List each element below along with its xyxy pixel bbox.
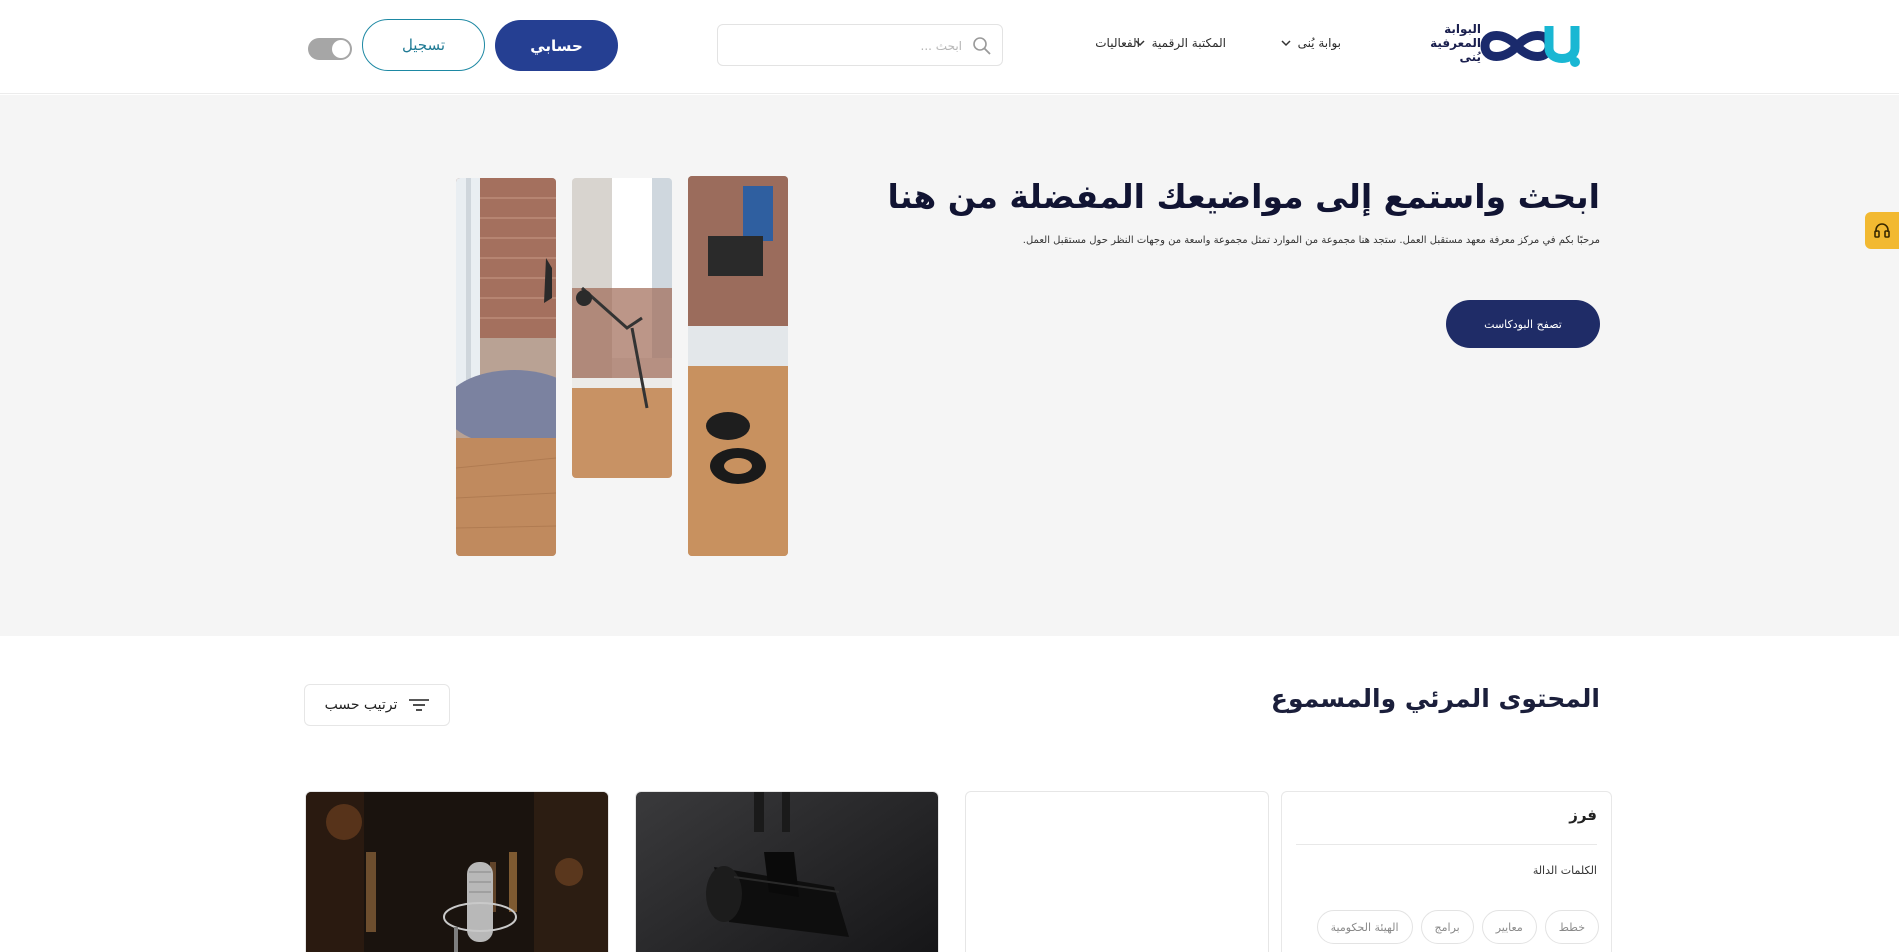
nav-events-label: الفعاليات — [1095, 36, 1140, 50]
microphone-image — [636, 792, 938, 952]
hero-image-strip-left — [456, 178, 556, 556]
keywords-label: الكلمات الدالة — [1532, 864, 1597, 877]
register-button[interactable]: تسجيل — [362, 19, 485, 71]
studio-photo-image — [688, 176, 788, 556]
nav-yuna-portal[interactable]: بوابة يُنى — [1280, 36, 1341, 50]
hero-subtitle: مرحبًا بكم في مركز معرفة معهد مستقبل الع… — [1022, 235, 1600, 246]
studio-photo-image — [572, 178, 672, 478]
search-box — [717, 24, 1003, 66]
hero-title: ابحث واستمع إلى مواضيعك المفضلة من هنا — [887, 177, 1600, 216]
media-card[interactable] — [305, 791, 609, 952]
search-input[interactable] — [732, 36, 962, 56]
studio-microphone-image — [306, 792, 608, 952]
filter-divider — [1296, 844, 1597, 845]
search-icon[interactable] — [972, 36, 992, 56]
nav-yuna-portal-label: بوابة يُنى — [1297, 36, 1341, 50]
browse-podcast-button[interactable]: تصفح البودكاست — [1446, 300, 1600, 348]
logo-text: البوابة المعرفية يُنى — [1430, 22, 1481, 64]
keyword-chip[interactable]: الهيئة الحكومية — [1316, 910, 1413, 944]
chevron-down-icon — [1281, 40, 1291, 47]
logo-mark-icon — [1480, 26, 1580, 67]
nav-digital-library-label: المكتبة الرقمية — [1151, 36, 1226, 50]
filter-panel: فرز الكلمات الدالة خطط معايير برامج الهي… — [1281, 791, 1612, 952]
hero-section: ابحث واستمع إلى مواضيعك المفضلة من هنا م… — [0, 95, 1899, 636]
keyword-chip[interactable]: برامج — [1420, 910, 1474, 944]
nav-digital-library[interactable]: المكتبة الرقمية — [1134, 36, 1226, 50]
theme-toggle[interactable] — [308, 38, 352, 60]
site-header: البوابة المعرفية يُنى بوابة يُنى المكتبة… — [0, 0, 1899, 94]
media-card[interactable] — [635, 791, 939, 952]
keyword-chips: خطط معايير برامج الهيئة الحكومية — [1316, 910, 1599, 944]
site-logo[interactable]: البوابة المعرفية يُنى — [1415, 18, 1585, 74]
toggle-knob — [332, 40, 350, 58]
filter-lines-icon — [409, 699, 430, 711]
my-account-button[interactable]: حسابي — [495, 20, 618, 71]
keyword-chip[interactable]: معايير — [1481, 910, 1537, 944]
hero-image-strip-middle — [572, 178, 672, 478]
podcast-side-tab[interactable] — [1865, 212, 1899, 249]
hero-image-strip-right — [688, 176, 788, 556]
sort-by-label: ترتيب حسب — [324, 697, 398, 713]
media-card-empty[interactable] — [965, 791, 1269, 952]
studio-photo-image — [456, 178, 556, 556]
headphones-icon — [1874, 223, 1890, 238]
keyword-chip[interactable]: خطط — [1544, 910, 1599, 944]
filter-title: فرز — [1569, 806, 1597, 824]
section-title: المحتوى المرئي والمسموع — [1270, 684, 1600, 713]
nav-events[interactable]: الفعاليات — [1095, 36, 1140, 50]
sort-by-button[interactable]: ترتيب حسب — [304, 684, 450, 726]
